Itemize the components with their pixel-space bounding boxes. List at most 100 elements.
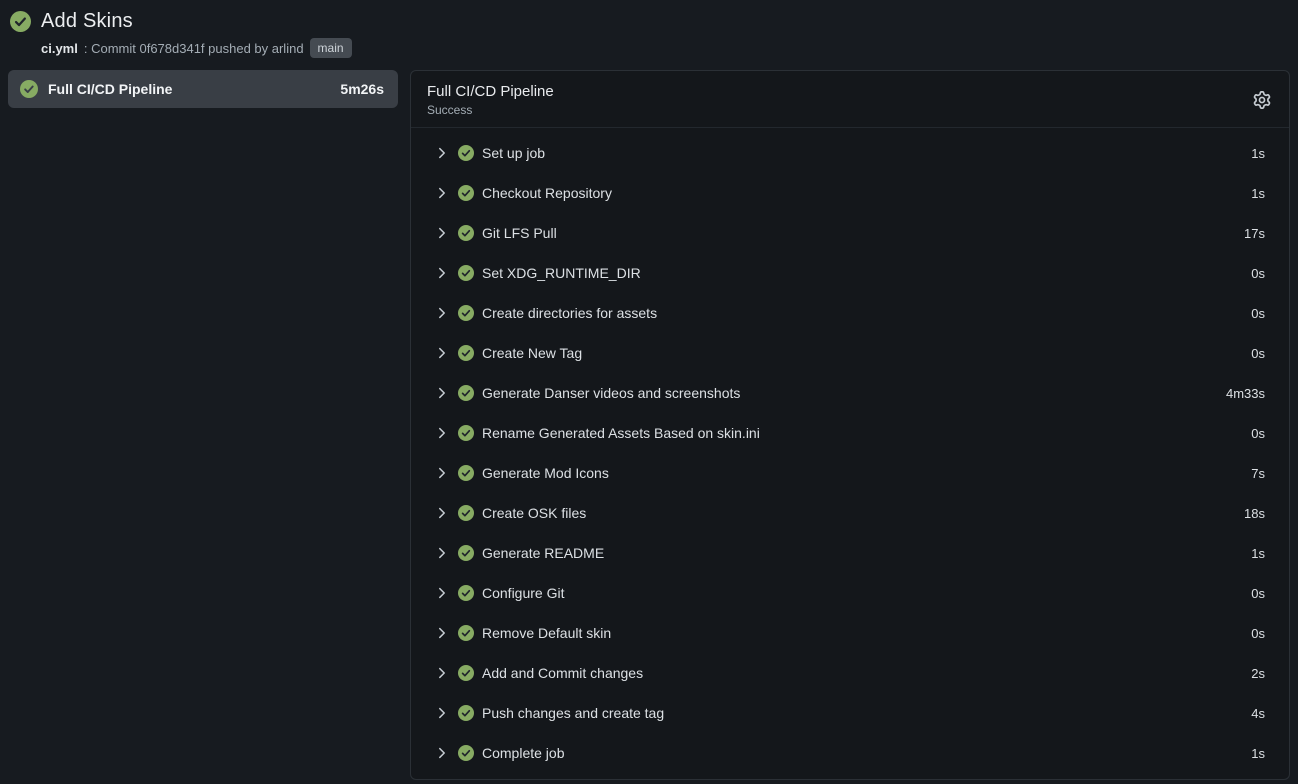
- step-name: Git LFS Pull: [482, 225, 1244, 241]
- step-duration: 0s: [1251, 306, 1265, 321]
- step-row[interactable]: Set up job 1s: [411, 133, 1289, 173]
- run-subtitle: ci.yml : Commit 0f678d341f pushed by arli…: [41, 38, 1288, 58]
- step-success-icon: [458, 425, 474, 441]
- step-row[interactable]: Generate Danser videos and screenshots 4…: [411, 373, 1289, 413]
- step-success-icon: [458, 745, 474, 761]
- branch-badge[interactable]: main: [310, 38, 352, 58]
- step-row[interactable]: Create New Tag 0s: [411, 333, 1289, 373]
- step-name: Set up job: [482, 145, 1251, 161]
- step-duration: 0s: [1251, 426, 1265, 441]
- sidebar-job-full-ci-cd-pipeline[interactable]: Full CI/CD Pipeline 5m26s: [8, 70, 398, 108]
- step-name: Generate README: [482, 545, 1251, 561]
- job-detail-panel: Full CI/CD Pipeline Success Set: [410, 70, 1290, 780]
- step-success-icon: [458, 225, 474, 241]
- step-name: Rename Generated Assets Based on skin.in…: [482, 425, 1251, 441]
- step-row[interactable]: Rename Generated Assets Based on skin.in…: [411, 413, 1289, 453]
- step-duration: 1s: [1251, 546, 1265, 561]
- step-success-icon: [458, 305, 474, 321]
- chevron-right-icon[interactable]: [435, 226, 449, 240]
- step-name: Create directories for assets: [482, 305, 1251, 321]
- step-name: Checkout Repository: [482, 185, 1251, 201]
- step-success-icon: [458, 505, 474, 521]
- step-success-icon: [458, 625, 474, 641]
- step-name: Configure Git: [482, 585, 1251, 601]
- step-success-icon: [458, 385, 474, 401]
- step-duration: 1s: [1251, 746, 1265, 761]
- step-name: Remove Default skin: [482, 625, 1251, 641]
- step-row[interactable]: Create OSK files 18s: [411, 493, 1289, 533]
- steps-list: Set up job 1s Checkout Repository 1s: [411, 128, 1289, 778]
- chevron-right-icon[interactable]: [435, 666, 449, 680]
- panel-job-title: Full CI/CD Pipeline: [427, 83, 554, 100]
- step-success-icon: [458, 465, 474, 481]
- step-row[interactable]: Git LFS Pull 17s: [411, 213, 1289, 253]
- panel-job-status: Success: [427, 103, 554, 117]
- chevron-right-icon[interactable]: [435, 546, 449, 560]
- step-name: Set XDG_RUNTIME_DIR: [482, 265, 1251, 281]
- run-title: Add Skins: [41, 10, 133, 33]
- step-name: Push changes and create tag: [482, 705, 1251, 721]
- step-duration: 0s: [1251, 586, 1265, 601]
- chevron-right-icon[interactable]: [435, 586, 449, 600]
- job-duration: 5m26s: [340, 81, 384, 97]
- step-row[interactable]: Checkout Repository 1s: [411, 173, 1289, 213]
- run-title-row: Add Skins: [10, 10, 1288, 33]
- job-name: Full CI/CD Pipeline: [48, 81, 330, 97]
- chevron-right-icon[interactable]: [435, 466, 449, 480]
- step-success-icon: [458, 185, 474, 201]
- step-duration: 4m33s: [1226, 386, 1265, 401]
- panel-header: Full CI/CD Pipeline Success: [411, 71, 1289, 128]
- step-success-icon: [458, 145, 474, 161]
- step-name: Generate Mod Icons: [482, 465, 1251, 481]
- step-duration: 0s: [1251, 266, 1265, 281]
- step-success-icon: [458, 265, 474, 281]
- step-row[interactable]: Configure Git 0s: [411, 573, 1289, 613]
- step-success-icon: [458, 705, 474, 721]
- commit-info-text: : Commit 0f678d341f pushed by arlind: [84, 41, 304, 56]
- gear-icon[interactable]: [1251, 89, 1273, 111]
- step-duration: 0s: [1251, 626, 1265, 641]
- step-duration: 7s: [1251, 466, 1265, 481]
- run-success-icon: [10, 11, 31, 32]
- step-name: Generate Danser videos and screenshots: [482, 385, 1226, 401]
- panel-header-text: Full CI/CD Pipeline Success: [427, 83, 554, 117]
- step-duration: 0s: [1251, 346, 1265, 361]
- step-success-icon: [458, 585, 474, 601]
- chevron-right-icon[interactable]: [435, 266, 449, 280]
- chevron-right-icon[interactable]: [435, 186, 449, 200]
- chevron-right-icon[interactable]: [435, 386, 449, 400]
- chevron-right-icon[interactable]: [435, 626, 449, 640]
- step-row[interactable]: Create directories for assets 0s: [411, 293, 1289, 333]
- chevron-right-icon[interactable]: [435, 346, 449, 360]
- jobs-sidebar: Full CI/CD Pipeline 5m26s: [8, 70, 398, 108]
- step-row[interactable]: Push changes and create tag 4s: [411, 693, 1289, 733]
- step-row[interactable]: Add and Commit changes 2s: [411, 653, 1289, 693]
- step-name: Add and Commit changes: [482, 665, 1251, 681]
- step-row[interactable]: Generate README 1s: [411, 533, 1289, 573]
- step-duration: 1s: [1251, 186, 1265, 201]
- chevron-right-icon[interactable]: [435, 146, 449, 160]
- step-row[interactable]: Set XDG_RUNTIME_DIR 0s: [411, 253, 1289, 293]
- step-name: Create OSK files: [482, 505, 1244, 521]
- step-success-icon: [458, 345, 474, 361]
- step-duration: 1s: [1251, 146, 1265, 161]
- step-row[interactable]: Remove Default skin 0s: [411, 613, 1289, 653]
- step-row[interactable]: Complete job 1s: [411, 733, 1289, 773]
- run-header: Add Skins ci.yml : Commit 0f678d341f push…: [8, 8, 1290, 58]
- job-success-icon: [20, 80, 38, 98]
- step-name: Create New Tag: [482, 345, 1251, 361]
- run-main: Full CI/CD Pipeline 5m26s Full CI/CD Pip…: [8, 70, 1290, 780]
- workflow-file-link[interactable]: ci.yml: [41, 41, 78, 56]
- step-duration: 18s: [1244, 506, 1265, 521]
- step-duration: 17s: [1244, 226, 1265, 241]
- chevron-right-icon[interactable]: [435, 706, 449, 720]
- chevron-right-icon[interactable]: [435, 506, 449, 520]
- chevron-right-icon[interactable]: [435, 426, 449, 440]
- step-duration: 4s: [1251, 706, 1265, 721]
- step-duration: 2s: [1251, 666, 1265, 681]
- step-success-icon: [458, 545, 474, 561]
- chevron-right-icon[interactable]: [435, 746, 449, 760]
- chevron-right-icon[interactable]: [435, 306, 449, 320]
- step-row[interactable]: Generate Mod Icons 7s: [411, 453, 1289, 493]
- step-success-icon: [458, 665, 474, 681]
